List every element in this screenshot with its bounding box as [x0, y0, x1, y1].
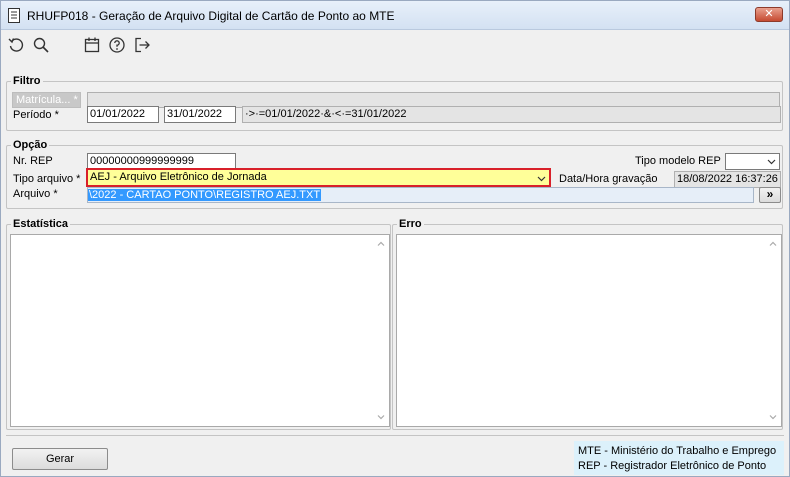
app-window: RHUFP018 - Geração de Arquivo Digital de…	[0, 0, 790, 477]
acronym-legend: MTE - Ministério do Trabalho e Emprego R…	[574, 441, 784, 475]
chevron-up-icon[interactable]	[768, 239, 778, 249]
matricula-lookup-button[interactable]: Matrícula... *	[12, 92, 81, 108]
data-hora-gravacao-value: 18/08/2022 16:37:26	[674, 171, 781, 188]
footer-divider	[6, 435, 784, 436]
search-icon[interactable]	[32, 36, 50, 54]
estatistica-legend: Estatística	[13, 218, 69, 230]
periodo-expression: ·>·=01/01/2022·&·<·=31/01/2022	[242, 106, 781, 123]
help-icon[interactable]	[108, 36, 126, 54]
data-hora-gravacao-label: Data/Hora gravação	[559, 173, 658, 185]
tipo-modelo-rep-label: Tipo modelo REP	[635, 155, 721, 167]
estatistica-scrollbar[interactable]	[373, 235, 389, 426]
chevron-up-icon[interactable]	[376, 239, 386, 249]
chevron-down-icon[interactable]	[768, 412, 778, 422]
toolbar	[1, 31, 789, 61]
arquivo-path-selected: \2022 - CARTAO PONTO\REGISTRO AEJ.TXT	[88, 189, 322, 201]
periodo-label: Período *	[13, 109, 59, 121]
filtro-legend: Filtro	[13, 75, 41, 87]
chevron-down-icon[interactable]	[376, 412, 386, 422]
arquivo-field[interactable]: \2022 - CARTAO PONTO\REGISTRO AEJ.TXT	[87, 187, 754, 203]
close-icon: ✕	[764, 8, 774, 20]
browse-file-button[interactable]: »	[759, 187, 781, 203]
nr-rep-label: Nr. REP	[13, 155, 53, 167]
erro-scrollbar[interactable]	[765, 235, 781, 426]
periodo-end-field[interactable]: 31/01/2022	[164, 106, 236, 123]
opcao-legend: Opção	[13, 139, 48, 151]
tipo-modelo-rep-select[interactable]	[725, 153, 780, 170]
undo-icon[interactable]	[7, 36, 25, 54]
erro-legend: Erro	[399, 218, 422, 230]
title-bar: RHUFP018 - Geração de Arquivo Digital de…	[1, 1, 789, 30]
estatistica-textarea[interactable]	[10, 234, 390, 427]
periodo-start-field[interactable]: 01/01/2022	[87, 106, 159, 123]
tipo-arquivo-label: Tipo arquivo *	[13, 173, 81, 185]
calendar-icon[interactable]	[83, 36, 101, 54]
gerar-button[interactable]: Gerar	[12, 448, 108, 470]
exit-icon[interactable]	[133, 36, 151, 54]
window-title: RHUFP018 - Geração de Arquivo Digital de…	[27, 9, 395, 23]
tipo-arquivo-select[interactable]: AEJ - Arquivo Eletrônico de Jornada	[86, 168, 551, 187]
legend-line-rep: REP - Registrador Eletrônico de Ponto	[578, 460, 767, 472]
erro-textarea[interactable]	[396, 234, 782, 427]
arquivo-label: Arquivo *	[13, 188, 58, 200]
tipo-arquivo-value: AEJ - Arquivo Eletrônico de Jornada	[90, 171, 267, 183]
document-icon	[7, 8, 21, 23]
legend-line-mte: MTE - Ministério do Trabalho e Emprego	[578, 445, 777, 457]
chevron-down-icon	[767, 159, 776, 165]
close-button[interactable]: ✕	[755, 7, 783, 22]
chevron-down-icon	[537, 176, 546, 182]
